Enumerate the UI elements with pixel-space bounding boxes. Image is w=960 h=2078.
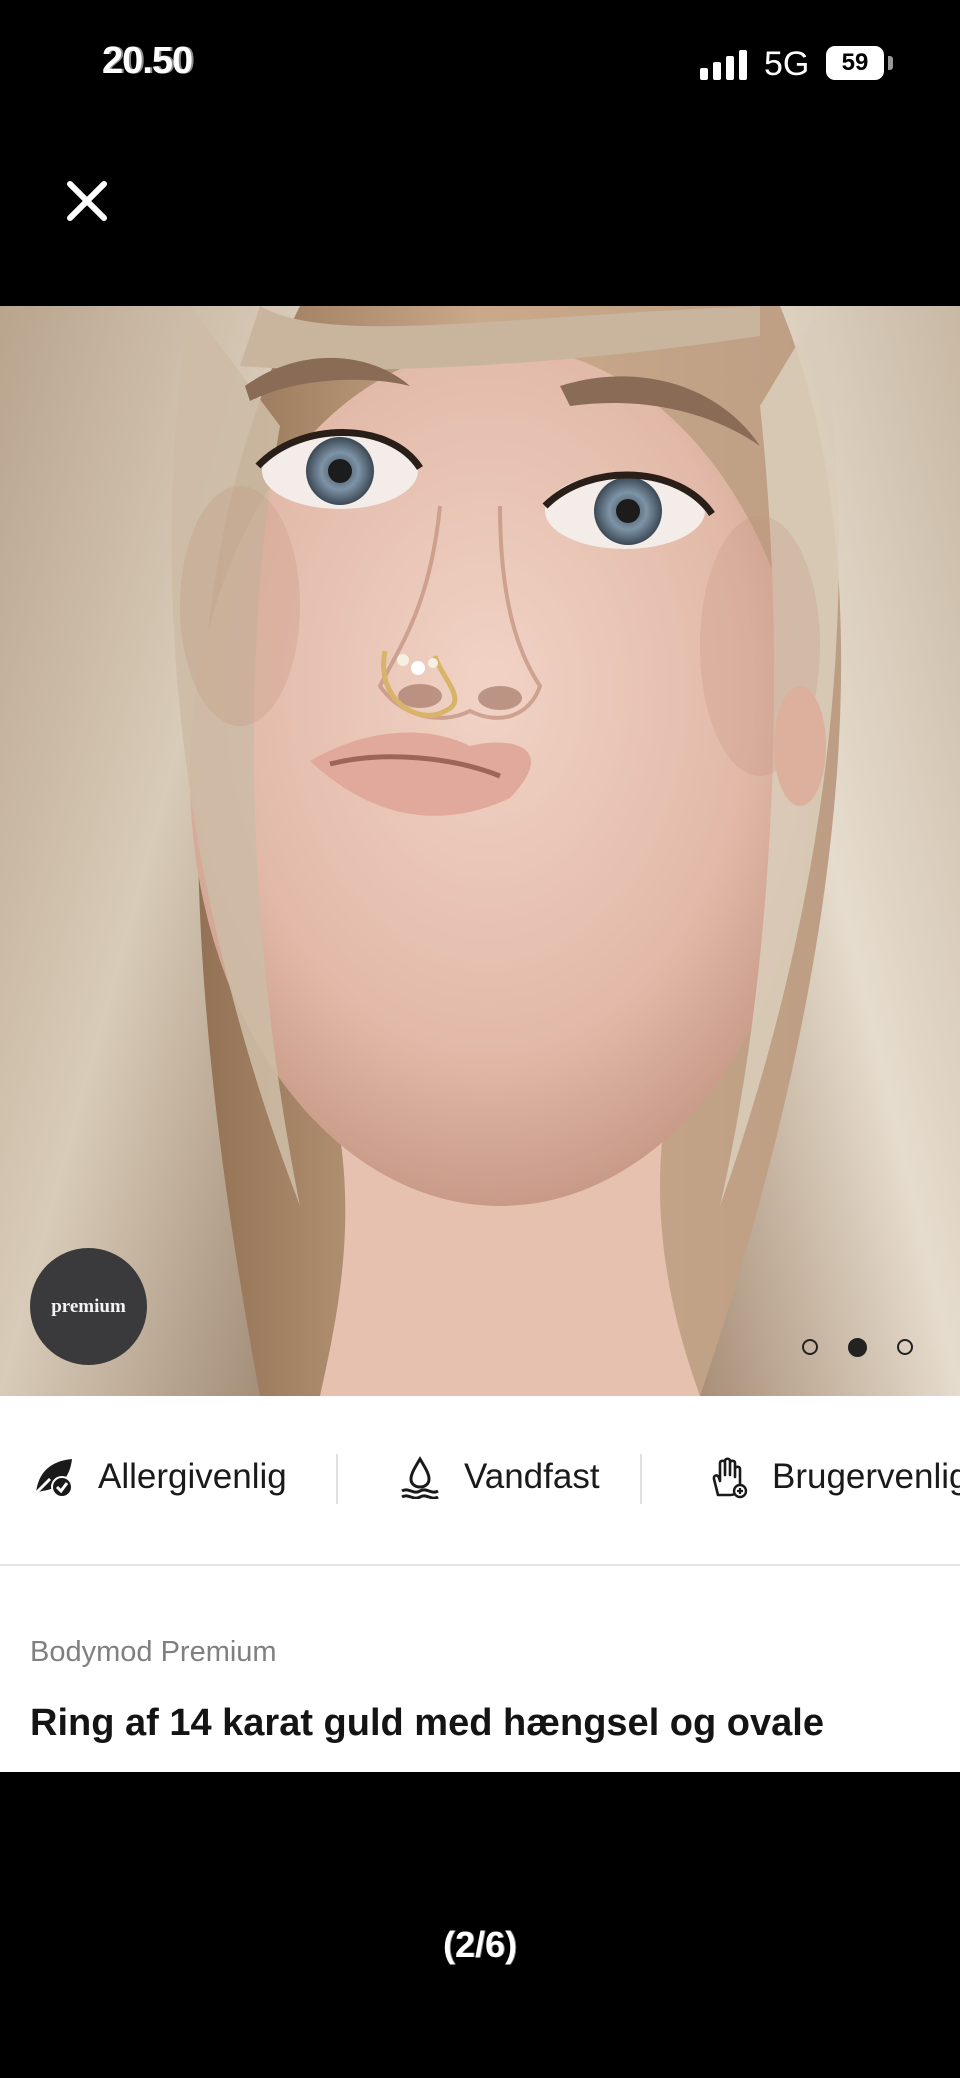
status-bar: 20.50 5G 59 — [0, 0, 960, 130]
battery-icon: 59 — [826, 46, 884, 80]
carousel-dot-2-active[interactable] — [848, 1337, 867, 1357]
feature-waterproof: Vandfast — [398, 1452, 600, 1502]
close-icon — [67, 181, 107, 221]
features-row[interactable]: Allergivenlig Vandfast Brugervenlig — [0, 1396, 960, 1566]
battery-cap — [888, 56, 893, 70]
close-button[interactable] — [58, 172, 116, 230]
product-image[interactable] — [0, 306, 960, 1396]
water-drop-icon — [401, 1456, 439, 1499]
feature-user-friendly: Brugervenlig — [706, 1452, 960, 1502]
feature-divider — [640, 1454, 642, 1504]
premium-badge: premium — [30, 1248, 147, 1365]
hand-icon — [712, 1457, 748, 1499]
leaf-check-icon — [34, 1459, 73, 1498]
network-label: 5G — [764, 45, 810, 83]
feature-label: Brugervenlig — [772, 1457, 960, 1496]
product-title: Ring af 14 karat guld med hængsel og ova… — [30, 1702, 824, 1744]
carousel-dot-3[interactable] — [897, 1339, 913, 1355]
feature-allergy-friendly: Allergivenlig — [32, 1452, 287, 1502]
feature-divider — [336, 1454, 338, 1504]
product-brand[interactable]: Bodymod Premium — [30, 1636, 277, 1669]
image-pager-label: (2/6) — [442, 1924, 518, 1965]
feature-label: Vandfast — [464, 1457, 600, 1496]
signal-icon — [700, 48, 750, 80]
carousel-dots — [802, 1336, 922, 1358]
status-time: 20.50 — [102, 40, 193, 82]
product-content-panel: Allergivenlig Vandfast Brugervenlig Body… — [0, 1396, 960, 1772]
carousel-dot-1[interactable] — [802, 1339, 818, 1355]
feature-label: Allergivenlig — [98, 1457, 287, 1496]
portrait-illustration — [0, 306, 960, 1396]
